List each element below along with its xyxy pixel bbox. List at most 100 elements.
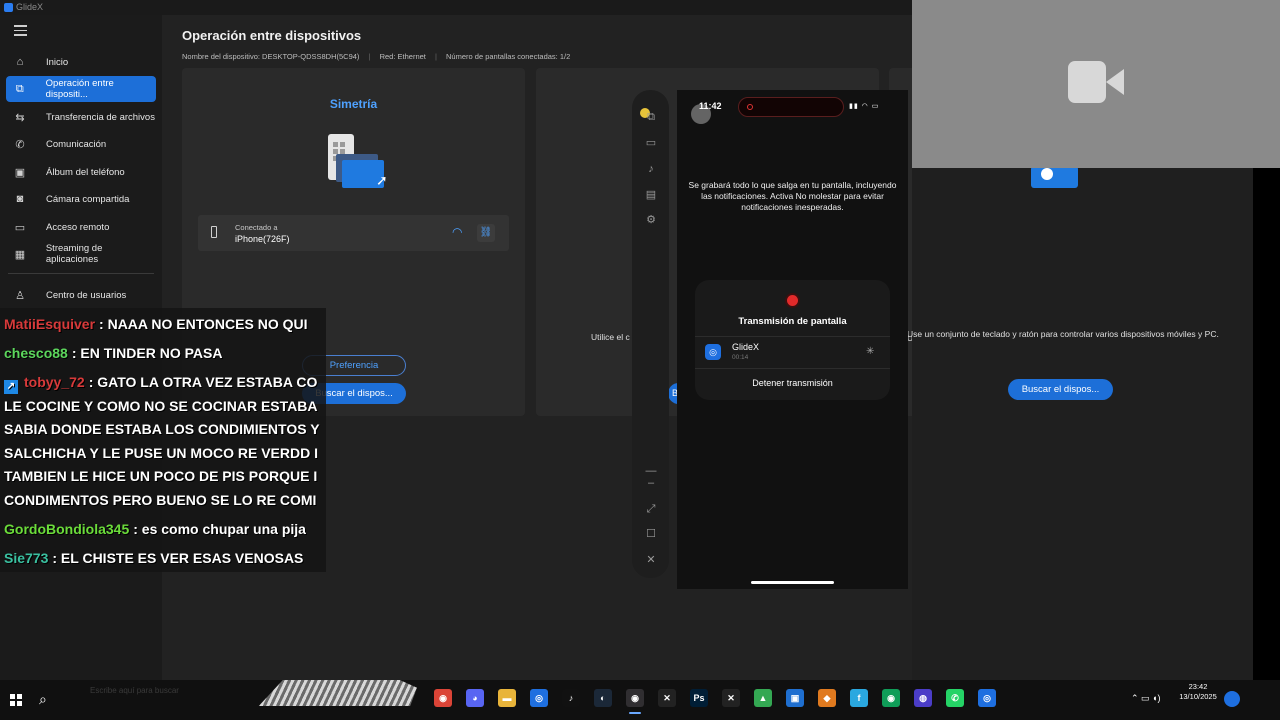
sidebar-item-label: Comunicación <box>46 138 107 150</box>
window-title-bar: GlideX <box>0 0 912 15</box>
glidex2-icon[interactable]: ◎ <box>978 689 996 707</box>
sidebar-item-label: Operación entre dispositi... <box>45 78 114 100</box>
recording-island <box>738 97 844 117</box>
album-icon: ▣ <box>14 166 26 179</box>
disconnect-icon[interactable]: ⛓ <box>477 224 495 242</box>
chrome2-icon[interactable]: ◉ <box>882 689 900 707</box>
chat-username: Sie773 <box>4 550 49 566</box>
capcut2-icon[interactable]: ✕ <box>722 689 740 707</box>
obs-icon[interactable]: ◉ <box>626 689 644 714</box>
photoshop-icon[interactable]: Ps <box>690 689 708 707</box>
chat-text: : EN TINDER NO PASA <box>71 345 223 361</box>
chrome-icon[interactable]: ◉ <box>434 689 452 707</box>
capcut-icon[interactable]: ✕ <box>658 689 676 707</box>
sidebar-item-camara[interactable]: ◙ Cámara compartida <box>6 186 156 212</box>
clock-date: 13/10/2025 <box>1179 692 1217 701</box>
menu-icon[interactable] <box>14 25 27 36</box>
folder-icon[interactable]: ▬ <box>498 689 516 707</box>
sidebar-item-label: Álbum del teléfono <box>46 166 125 178</box>
wifi-icon: ◠ <box>452 225 463 239</box>
home-indicator[interactable] <box>751 581 834 584</box>
clock-time: 23:42 <box>1188 682 1208 691</box>
find-device-button-3[interactable]: Buscar el dispos... <box>1008 379 1113 400</box>
drive-icon[interactable]: ▲ <box>754 689 772 707</box>
remote-icon: ▭ <box>14 221 26 234</box>
phone-mirror-screen[interactable]: 11:42 ▮▮ ◠ ▭ Se grabará todo lo que salg… <box>677 90 908 589</box>
sidebar-item-label: Acceso remoto <box>46 221 110 233</box>
tiktok-icon[interactable]: ♪ <box>562 689 580 707</box>
sidebar-item-label: Streaming de aplicaciones <box>45 243 103 265</box>
device-name: DESKTOP-QDSS8DH(5C94) <box>262 52 360 61</box>
sidebar-divider <box>8 273 154 274</box>
subscriber-badge-icon: ↗ <box>4 380 18 394</box>
sidebar-item-streaming[interactable]: ▦ Streaming de aplicaciones <box>6 241 156 267</box>
card-title: Simetría <box>329 97 378 111</box>
chat-text: : es como chupar una pija <box>133 521 306 537</box>
whatsapp-icon[interactable]: ✆ <box>946 689 964 707</box>
phone-icon: ✆ <box>15 138 25 151</box>
layout-icon[interactable]: ⧉ <box>644 110 658 124</box>
stream-chat-overlay: MatiiEsquiver: NAAA NO ENTONCES NO QUI c… <box>0 308 326 572</box>
sidebar-item-transferencia[interactable]: ⇆ Transferencia de archivos <box>6 104 156 130</box>
chat-message: GordoBondiola345: es como chupar una pij… <box>4 517 326 541</box>
screen-off-icon[interactable]: ▭ <box>644 136 658 150</box>
sidebar-item-inicio[interactable]: ⌂ Inicio <box>6 49 156 75</box>
smartphone-icon <box>211 226 217 238</box>
chat-text: CONDIMENTOS PERO BUENO SE LO RE COMI <box>4 492 317 508</box>
video-camera-icon <box>1068 61 1124 103</box>
phone-time: 11:42 <box>699 101 722 111</box>
windows-start-icon[interactable] <box>10 694 22 706</box>
chat-message: chesco88: EN TINDER NO PASA <box>4 341 326 365</box>
clock[interactable]: 23:42 13/10/2025 <box>1176 682 1220 702</box>
minimize-icon[interactable]: – <box>644 476 658 490</box>
browser-icon[interactable]: ◆ <box>818 689 836 707</box>
chat-message: MatiiEsquiver: NAAA NO ENTONCES NO QUI <box>4 312 326 336</box>
chat-username: GordoBondiola345 <box>4 521 130 537</box>
connected-device: iPhone(726F) <box>235 234 290 244</box>
settings-icon[interactable]: ⚙ <box>644 213 658 227</box>
chat-text: SALCHICHA Y LE PUSE UN MOCO RE VERDD I <box>4 445 319 461</box>
card-description: Use un conjunto de teclado y ratón para … <box>907 329 1219 339</box>
sidebar-item-comunicacion[interactable]: ✆ Comunicación <box>6 131 156 157</box>
chat-message: Sie773: EL CHISTE ES VER ESAS VENOSAS <box>4 546 326 570</box>
maximize-icon[interactable]: ☐ <box>644 527 658 541</box>
app-icon[interactable]: ◍ <box>914 689 932 707</box>
file-icon[interactable]: f <box>850 689 868 707</box>
glidex-icon[interactable]: ◎ <box>530 689 548 707</box>
search-icon[interactable]: ⌕ <box>39 691 47 708</box>
keyboard-mouse-card-visible: Use un conjunto de teclado y ratón para … <box>906 292 1233 416</box>
record-icon <box>787 295 798 306</box>
keyboard-icon[interactable]: ▤ <box>644 188 658 202</box>
transfer-icon: ⇆ <box>15 111 25 124</box>
discord-icon[interactable]: ◕ <box>466 689 484 707</box>
camera-overlay <box>912 0 1280 168</box>
cursor-icon: ➚ <box>376 172 388 188</box>
fullscreen-icon[interactable]: ⤢ <box>644 502 658 516</box>
device-info-row: Nombre del dispositivo: DESKTOP-QDSS8DH(… <box>182 52 571 61</box>
chat-username: tobyy_72 <box>24 374 85 390</box>
chat-text: SABIA DONDE ESTABA LOS CONDIMIENTOS Y <box>4 421 320 437</box>
notification-icon[interactable] <box>1224 691 1240 707</box>
sidebar-item-acceso-remoto[interactable]: ▭ Acceso remoto <box>6 214 156 240</box>
mute-icon[interactable]: ♪ <box>644 162 658 176</box>
sidebar-item-label: Cámara compartida <box>46 193 130 205</box>
broadcast-app-name[interactable]: GlideX <box>732 342 759 352</box>
stop-broadcast-button[interactable]: Detener transmisión <box>677 378 908 388</box>
system-tray[interactable]: ⌃ ▭ ◖) <box>1131 693 1160 704</box>
explorer-icon[interactable]: ▣ <box>786 689 804 707</box>
broadcast-title: Transmisión de pantalla <box>738 316 847 327</box>
chat-username: chesco88 <box>4 345 68 361</box>
page-title: Operación entre dispositivos <box>182 28 362 43</box>
connection-status: Conectado a iPhone(726F) ◠ ⛓ <box>198 215 509 251</box>
window-title: GlideX <box>16 2 44 12</box>
multi-device-icon: ⧉ <box>15 82 24 95</box>
search-hint: Escribe aquí para buscar <box>90 686 179 695</box>
sidebar-item-operacion[interactable]: ⧉ Operación entre dispositi... <box>6 76 156 102</box>
close-icon[interactable]: ✕ <box>644 553 658 567</box>
steam-icon[interactable]: ◐ <box>594 689 612 707</box>
sidebar-item-album[interactable]: ▣ Álbum del teléfono <box>6 159 156 185</box>
windows-taskbar: ⌕ Escribe aquí para buscar ◉ ◕ ▬ ◎ ♪ ◐ ◉ ✕ Ps ✕ ▲ ▣… <box>0 680 1280 720</box>
home-icon: ⌂ <box>16 56 24 68</box>
recording-notice: Se grabará todo lo que salga en tu panta… <box>688 180 897 212</box>
sidebar-item-usuarios[interactable]: ♙ Centro de usuarios <box>6 282 156 308</box>
